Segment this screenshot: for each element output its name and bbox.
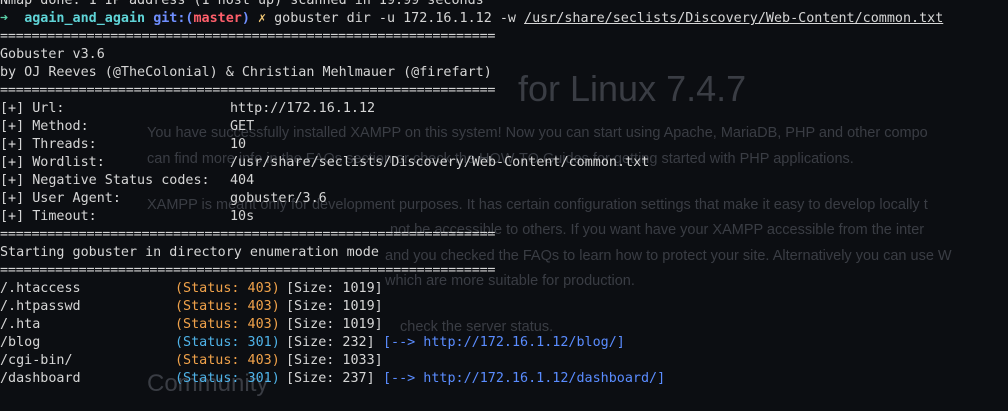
result-row: /dashboard (Status: 301) [Size: 237] [--> h…	[0, 370, 1008, 388]
separator: ========================================…	[0, 83, 496, 98]
nmap-summary-line: Nmap done: 1 IP address (1 host up) scan…	[0, 0, 484, 8]
result-size: [Size: 237]	[286, 371, 375, 386]
result-size: [Size: 1019]	[286, 317, 383, 332]
config-row: [+] Threads: 10	[0, 136, 1008, 154]
result-size: [Size: 1019]	[286, 281, 383, 296]
terminal-output: Nmap done: 1 IP address (1 host up) scan…	[0, 0, 1008, 388]
result-path: /blog	[0, 335, 41, 350]
result-status: (Status: 403)	[175, 281, 280, 296]
config-row: [+] Negative Status codes: 404	[0, 172, 1008, 190]
result-size: [Size: 1033]	[286, 353, 383, 368]
git-label: git:(	[153, 11, 194, 26]
result-status: (Status: 301)	[175, 335, 280, 350]
separator: ========================================…	[0, 227, 496, 242]
result-row: /.hta (Status: 403) [Size: 1019]	[0, 316, 1008, 334]
wordlist-path-link[interactable]: /usr/share/seclists/Discovery/Web-Conten…	[524, 11, 943, 26]
separator: ========================================…	[0, 29, 496, 44]
git-branch: master	[193, 11, 242, 26]
config-row: [+] Wordlist: /usr/share/seclists/Discove…	[0, 154, 1008, 172]
config-key: [+] Timeout:	[0, 209, 97, 224]
config-row: [+] Url: http://172.16.1.12	[0, 100, 1008, 118]
config-key: [+] Negative Status codes:	[0, 173, 210, 188]
config-value: /usr/share/seclists/Discovery/Web-Conten…	[230, 155, 650, 170]
result-row: /.htaccess (Status: 403) [Size: 1019]	[0, 280, 1008, 298]
result-row: /.htpasswd (Status: 403) [Size: 1019]	[0, 298, 1008, 316]
result-status: (Status: 301)	[175, 371, 280, 386]
result-status: (Status: 403)	[175, 317, 280, 332]
result-path: /cgi-bin/	[0, 353, 73, 368]
config-key: [+] Method:	[0, 119, 89, 134]
config-value: GET	[230, 119, 255, 134]
banner-title: Gobuster v3.6	[0, 47, 105, 62]
config-value: gobuster/3.6	[230, 191, 327, 206]
result-size: [Size: 1019]	[286, 299, 383, 314]
config-row: [+] User Agent: gobuster/3.6	[0, 190, 1008, 208]
result-row: /cgi-bin/ (Status: 403) [Size: 1033]	[0, 352, 1008, 370]
config-row: [+] Method: GET	[0, 118, 1008, 136]
config-key: [+] Url:	[0, 101, 65, 116]
redirect-link[interactable]: [--> http://172.16.1.12/blog/]	[383, 334, 625, 352]
git-label-close: )	[241, 11, 250, 26]
shell-prompt-line: ➜ again_and_again git:(master) ✗ gobuste…	[0, 10, 1008, 28]
prompt-arrow-icon: ➜	[0, 11, 9, 26]
config-key: [+] Threads:	[0, 137, 97, 152]
config-key: [+] Wordlist:	[0, 155, 105, 170]
config-value: 10s	[230, 209, 255, 224]
separator: ========================================…	[0, 263, 496, 278]
result-path: /.htpasswd	[0, 299, 81, 314]
result-size: [Size: 232]	[286, 335, 375, 350]
result-path: /.hta	[0, 317, 41, 332]
command-text: gobuster dir -u 172.16.1.12 -w	[274, 11, 525, 26]
config-key: [+] User Agent:	[0, 191, 121, 206]
result-status: (Status: 403)	[175, 299, 280, 314]
git-dirty-icon: ✗	[258, 11, 267, 26]
result-path: /.htaccess	[0, 281, 81, 296]
config-value: 404	[230, 173, 255, 188]
result-path: /dashboard	[0, 371, 81, 386]
config-row: [+] Timeout: 10s	[0, 208, 1008, 226]
banner-author: by OJ Reeves (@TheColonial) & Christian …	[0, 65, 492, 80]
start-message: Starting gobuster in directory enumerati…	[0, 245, 379, 260]
redirect-link[interactable]: [--> http://172.16.1.12/dashboard/]	[383, 370, 665, 388]
result-status: (Status: 403)	[175, 353, 280, 368]
config-value: 10	[230, 137, 247, 152]
result-row: /blog (Status: 301) [Size: 232] [--> http:/…	[0, 334, 1008, 352]
prompt-directory: again_and_again	[24, 11, 146, 26]
config-value: http://172.16.1.12	[230, 101, 376, 116]
